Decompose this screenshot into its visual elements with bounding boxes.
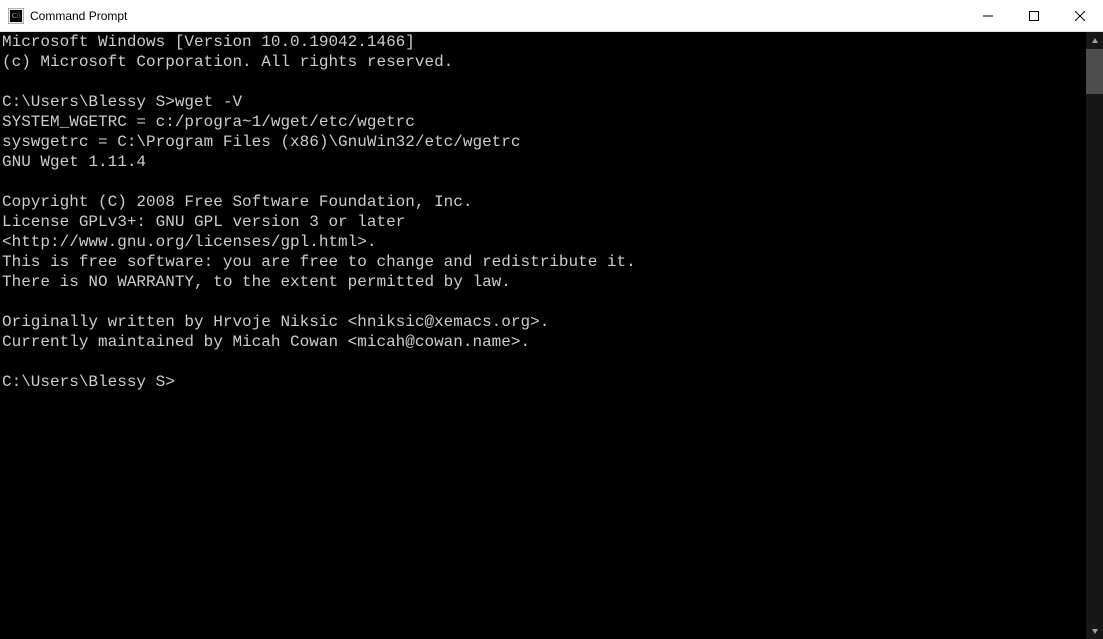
window-title: Command Prompt <box>30 9 965 23</box>
scrollbar-track[interactable] <box>1086 49 1103 622</box>
cmd-icon: C:\ <box>8 8 24 24</box>
svg-text:C:\: C:\ <box>12 12 21 20</box>
minimize-button[interactable] <box>965 0 1011 31</box>
scrollbar-thumb[interactable] <box>1086 49 1103 94</box>
close-button[interactable] <box>1057 0 1103 31</box>
scroll-up-button[interactable] <box>1086 32 1103 49</box>
content-area: Microsoft Windows [Version 10.0.19042.14… <box>0 32 1103 639</box>
maximize-button[interactable] <box>1011 0 1057 31</box>
window-controls <box>965 0 1103 31</box>
title-bar[interactable]: C:\ Command Prompt <box>0 0 1103 32</box>
vertical-scrollbar[interactable] <box>1086 32 1103 639</box>
terminal-output[interactable]: Microsoft Windows [Version 10.0.19042.14… <box>0 32 1086 639</box>
scroll-down-button[interactable] <box>1086 622 1103 639</box>
